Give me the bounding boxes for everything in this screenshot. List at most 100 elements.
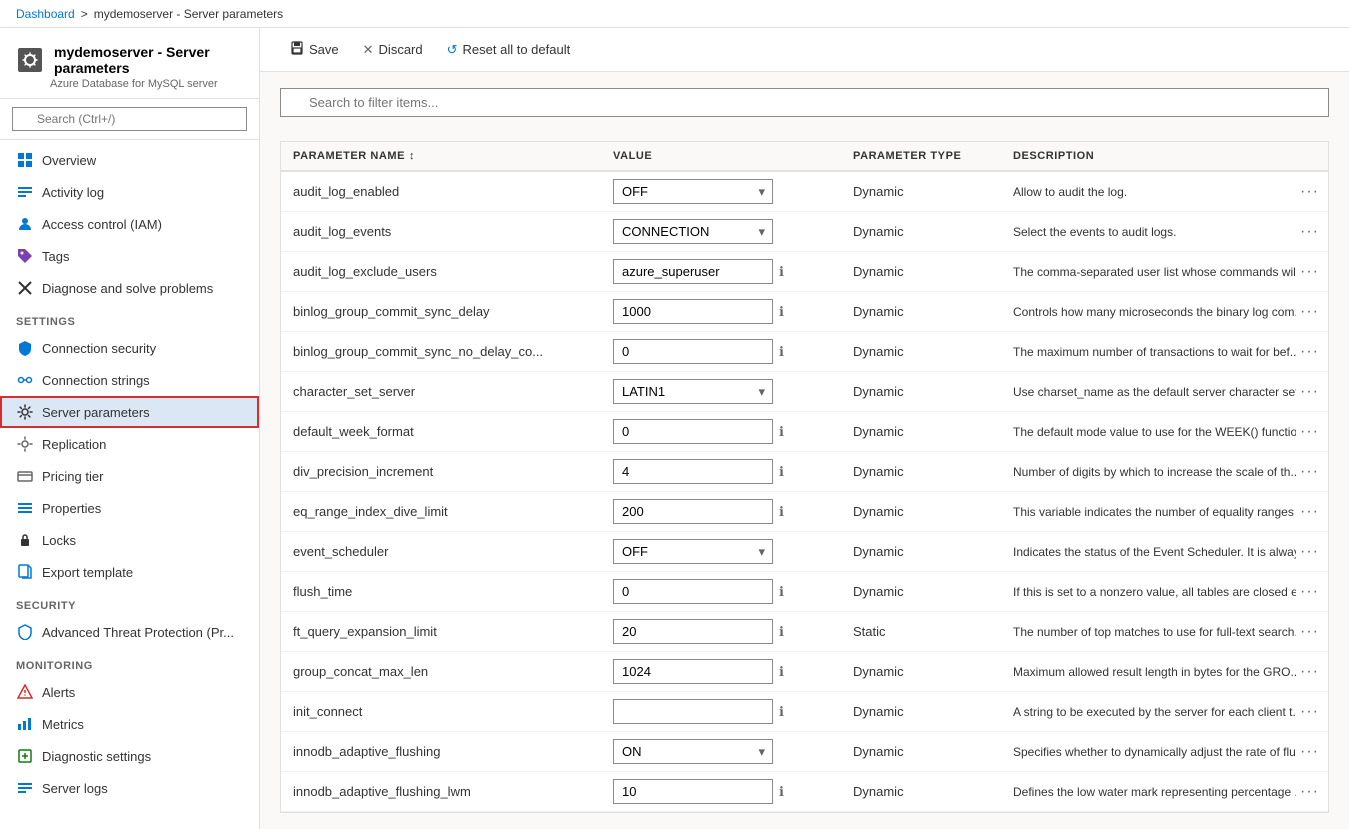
sidebar-item-access-control[interactable]: Access control (IAM) xyxy=(0,208,259,240)
discard-button[interactable]: ✕ Discard xyxy=(353,37,433,63)
row-more-button[interactable]: ··· xyxy=(1296,419,1323,445)
info-icon[interactable]: ℹ xyxy=(779,424,784,440)
param-desc-cell: The default mode value to use for the WE… xyxy=(1001,419,1296,445)
value-input[interactable] xyxy=(613,259,773,284)
row-more-button[interactable]: ··· xyxy=(1296,299,1323,325)
param-type-cell: Dynamic xyxy=(841,218,1001,245)
sidebar-item-locks[interactable]: Locks xyxy=(0,524,259,556)
sidebar-item-advanced-threat[interactable]: Advanced Threat Protection (Pr... xyxy=(0,616,259,648)
param-desc-cell: Controls how many microseconds the binar… xyxy=(1001,299,1296,325)
properties-icon xyxy=(16,499,34,517)
sidebar-item-diagnose[interactable]: Diagnose and solve problems xyxy=(0,272,259,304)
sidebar-navigation: Overview Activity log Access control (IA… xyxy=(0,140,259,829)
info-icon[interactable]: ℹ xyxy=(779,784,784,800)
server-parameters-icon xyxy=(16,403,34,421)
table-row: flush_timeℹDynamicIf this is set to a no… xyxy=(281,572,1328,612)
value-input[interactable] xyxy=(613,699,773,724)
sidebar-item-tags[interactable]: Tags xyxy=(0,240,259,272)
row-more-button[interactable]: ··· xyxy=(1296,259,1323,285)
value-select[interactable]: OFFON xyxy=(613,179,773,204)
sidebar-item-alerts[interactable]: Alerts xyxy=(0,676,259,708)
info-icon[interactable]: ℹ xyxy=(779,704,784,720)
param-name-cell: innodb_adaptive_flushing xyxy=(281,738,601,765)
param-desc-cell: Use charset_name as the default server c… xyxy=(1001,379,1296,405)
value-input[interactable] xyxy=(613,339,773,364)
param-name-cell: audit_log_events xyxy=(281,218,601,245)
param-name-cell: div_precision_increment xyxy=(281,458,601,485)
reset-icon: ↺ xyxy=(447,42,458,58)
param-desc-cell: The comma-separated user list whose comm… xyxy=(1001,259,1296,285)
row-more-button[interactable]: ··· xyxy=(1296,739,1323,765)
row-more-button[interactable]: ··· xyxy=(1296,459,1323,485)
sidebar-search-input[interactable] xyxy=(12,107,247,131)
sidebar-title: mydemoserver - Server parameters xyxy=(16,44,243,76)
row-more-button[interactable]: ··· xyxy=(1296,779,1323,805)
value-input[interactable] xyxy=(613,659,773,684)
save-button[interactable]: Save xyxy=(280,36,349,63)
value-select[interactable]: OFFON xyxy=(613,539,773,564)
param-type-cell: Dynamic xyxy=(841,338,1001,365)
value-input[interactable] xyxy=(613,579,773,604)
row-more-button[interactable]: ··· xyxy=(1296,539,1323,565)
value-select[interactable]: LATIN1UTF8UTF8MB4 xyxy=(613,379,773,404)
row-more-button[interactable]: ··· xyxy=(1296,179,1323,205)
info-icon[interactable]: ℹ xyxy=(779,664,784,680)
value-input[interactable] xyxy=(613,419,773,444)
param-desc-cell: Defines the low water mark representing … xyxy=(1001,779,1296,805)
param-desc-cell: Maximum allowed result length in bytes f… xyxy=(1001,659,1296,685)
row-more-button[interactable]: ··· xyxy=(1296,619,1323,645)
sidebar-item-server-logs[interactable]: Server logs xyxy=(0,772,259,804)
param-name-cell: default_week_format xyxy=(281,418,601,445)
info-icon[interactable]: ℹ xyxy=(779,344,784,360)
sidebar-item-overview[interactable]: Overview xyxy=(0,144,259,176)
sidebar-item-connection-strings[interactable]: Connection strings xyxy=(0,364,259,396)
diagnose-icon xyxy=(16,279,34,297)
row-more-button[interactable]: ··· xyxy=(1296,339,1323,365)
info-icon[interactable]: ℹ xyxy=(779,504,784,520)
row-more-cell: ··· xyxy=(1296,539,1328,565)
table-row: binlog_group_commit_sync_no_delay_co...ℹ… xyxy=(281,332,1328,372)
header-value: VALUE xyxy=(601,142,841,170)
sidebar-item-export-template[interactable]: Export template xyxy=(0,556,259,588)
sidebar-item-metrics[interactable]: Metrics xyxy=(0,708,259,740)
reset-button[interactable]: ↺ Reset all to default xyxy=(437,37,581,63)
row-more-button[interactable]: ··· xyxy=(1296,579,1323,605)
value-input[interactable] xyxy=(613,299,773,324)
row-more-button[interactable]: ··· xyxy=(1296,219,1323,245)
sidebar-item-properties[interactable]: Properties xyxy=(0,492,259,524)
info-icon[interactable]: ℹ xyxy=(779,304,784,320)
param-name-cell: character_set_server xyxy=(281,378,601,405)
value-input[interactable] xyxy=(613,459,773,484)
properties-label: Properties xyxy=(42,501,101,516)
filter-search-input[interactable] xyxy=(280,88,1329,117)
sidebar-item-replication[interactable]: Replication xyxy=(0,428,259,460)
info-icon[interactable]: ℹ xyxy=(779,584,784,600)
sort-icon[interactable]: ↕ xyxy=(409,150,415,162)
sidebar-item-connection-security[interactable]: Connection security xyxy=(0,332,259,364)
row-more-button[interactable]: ··· xyxy=(1296,499,1323,525)
access-control-icon xyxy=(16,215,34,233)
header-actions xyxy=(1296,142,1328,170)
info-icon[interactable]: ℹ xyxy=(779,464,784,480)
value-select[interactable]: ONOFF xyxy=(613,739,773,764)
sidebar-item-activity-log[interactable]: Activity log xyxy=(0,176,259,208)
row-more-button[interactable]: ··· xyxy=(1296,379,1323,405)
value-input[interactable] xyxy=(613,619,773,644)
value-input[interactable] xyxy=(613,499,773,524)
param-value-cell: OFFON▾ xyxy=(601,173,841,210)
row-more-cell: ··· xyxy=(1296,459,1328,485)
info-icon[interactable]: ℹ xyxy=(779,624,784,640)
sidebar-item-server-parameters[interactable]: Server parameters xyxy=(0,396,259,428)
param-value-cell: ℹ xyxy=(601,693,841,730)
param-type-cell: Dynamic xyxy=(841,778,1001,805)
breadcrumb-dashboard[interactable]: Dashboard xyxy=(16,7,75,21)
value-select[interactable]: CONNECTIONGENERALTABLE xyxy=(613,219,773,244)
row-more-button[interactable]: ··· xyxy=(1296,699,1323,725)
value-input[interactable] xyxy=(613,779,773,804)
param-name-cell: audit_log_enabled xyxy=(281,178,601,205)
info-icon[interactable]: ℹ xyxy=(779,264,784,280)
sidebar-item-diagnostic-settings[interactable]: Diagnostic settings xyxy=(0,740,259,772)
row-more-button[interactable]: ··· xyxy=(1296,659,1323,685)
reset-label: Reset all to default xyxy=(463,42,571,57)
sidebar-item-pricing-tier[interactable]: Pricing tier xyxy=(0,460,259,492)
